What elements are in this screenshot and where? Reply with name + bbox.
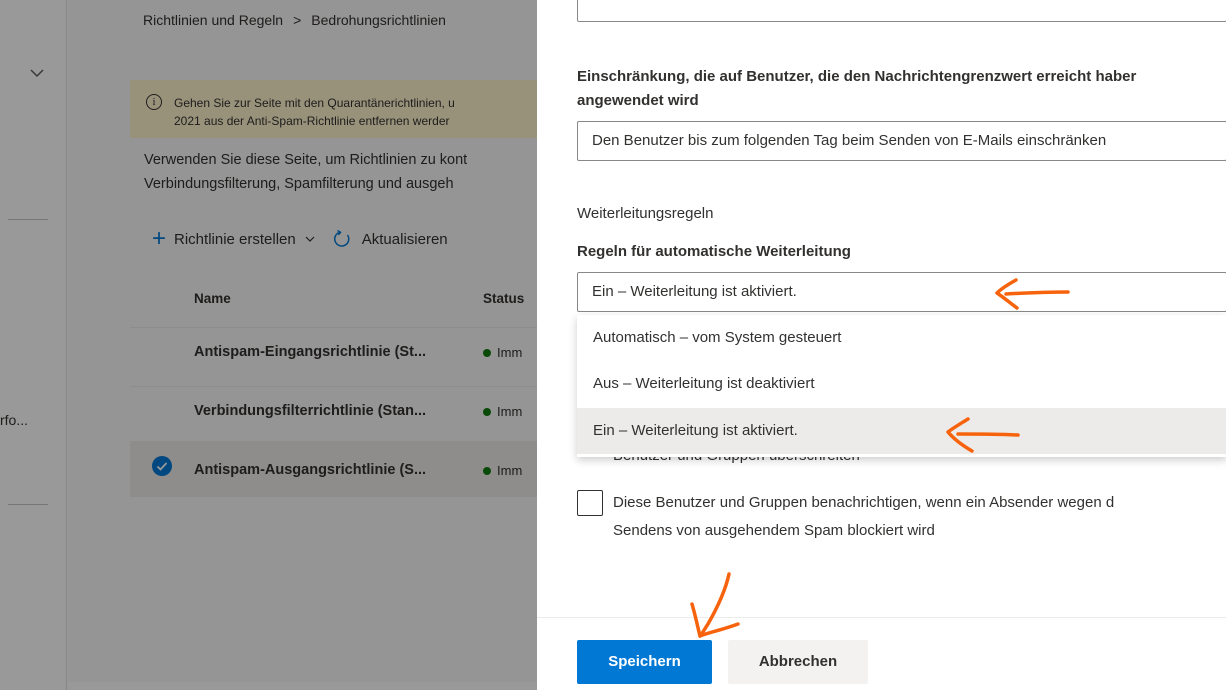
restriction-label-line1: Einschränkung, die auf Benutzer, die den…: [577, 68, 1137, 85]
save-button[interactable]: Speichern: [577, 640, 712, 684]
cancel-button[interactable]: Abbrechen: [728, 640, 868, 684]
forwarding-dropdown[interactable]: Ein – Weiterleitung ist aktiviert.: [577, 272, 1226, 312]
forwarding-field-label: Regeln für automatische Weiterleitung: [577, 243, 851, 260]
background-page: rfo... Richtlinien und Regeln > Bedrohungs…: [0, 0, 537, 690]
dropdown-option-on[interactable]: Ein – Weiterleitung ist aktiviert.: [577, 408, 1226, 454]
checkbox-label-line: Sendens von ausgehendem Spam blockiert w…: [613, 522, 935, 539]
annotation-arrow-icon: [690, 572, 740, 638]
footer-divider: [537, 617, 1226, 618]
notify-checkbox-label: Diese Benutzer und Gruppen benachrichtig…: [613, 489, 1226, 545]
restriction-label-line2: angewendet wird: [577, 92, 699, 109]
checkbox-label-line: Diese Benutzer und Gruppen benachrichtig…: [613, 494, 1115, 511]
modal-overlay[interactable]: [0, 0, 537, 690]
forwarding-section-title: Weiterleitungsregeln: [577, 205, 714, 222]
restriction-dropdown[interactable]: Den Benutzer bis zum folgenden Tag beim …: [577, 121, 1226, 161]
notify-checkbox[interactable]: [577, 490, 603, 516]
dropdown-option-off[interactable]: Aus – Weiterleitung ist deaktiviert: [577, 361, 1226, 407]
forwarding-options-list: Automatisch – vom System gesteuert Aus –…: [577, 315, 1226, 457]
dropdown-option-automatic[interactable]: Automatisch – vom System gesteuert: [577, 315, 1226, 361]
cut-off-field[interactable]: [577, 0, 1226, 22]
policy-edit-panel: Einschränkung, die auf Benutzer, die den…: [537, 0, 1226, 690]
